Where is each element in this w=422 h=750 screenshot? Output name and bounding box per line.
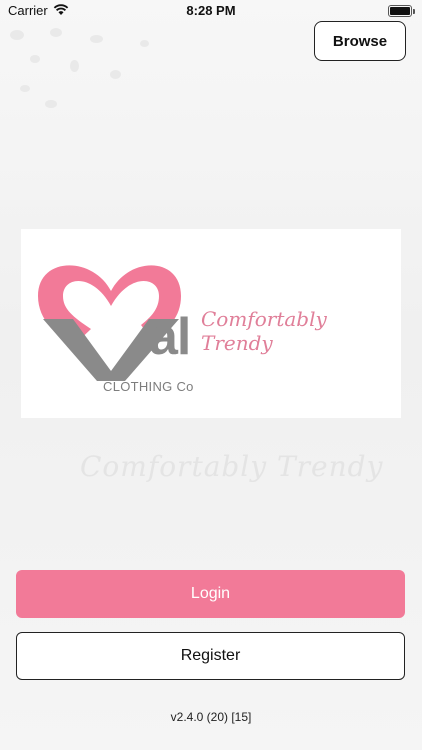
logo-brand-letters: al (149, 308, 191, 366)
browse-button[interactable]: Browse (314, 21, 406, 61)
logo-banner: al CLOTHING Co Comfortably Trendy (21, 229, 401, 418)
login-button[interactable]: Login (16, 570, 405, 618)
background-tagline-watermark: Comfortably Trendy (80, 450, 384, 483)
version-label: v2.4.0 (20) [15] (170, 710, 252, 724)
status-bar: Carrier 8:28 PM (0, 0, 422, 22)
logo-tagline: Comfortably Trendy (201, 307, 327, 355)
battery-icon (388, 5, 415, 17)
logo-subtitle: CLOTHING Co (103, 379, 194, 394)
status-time: 8:28 PM (186, 3, 236, 18)
register-button[interactable]: Register (16, 632, 405, 680)
